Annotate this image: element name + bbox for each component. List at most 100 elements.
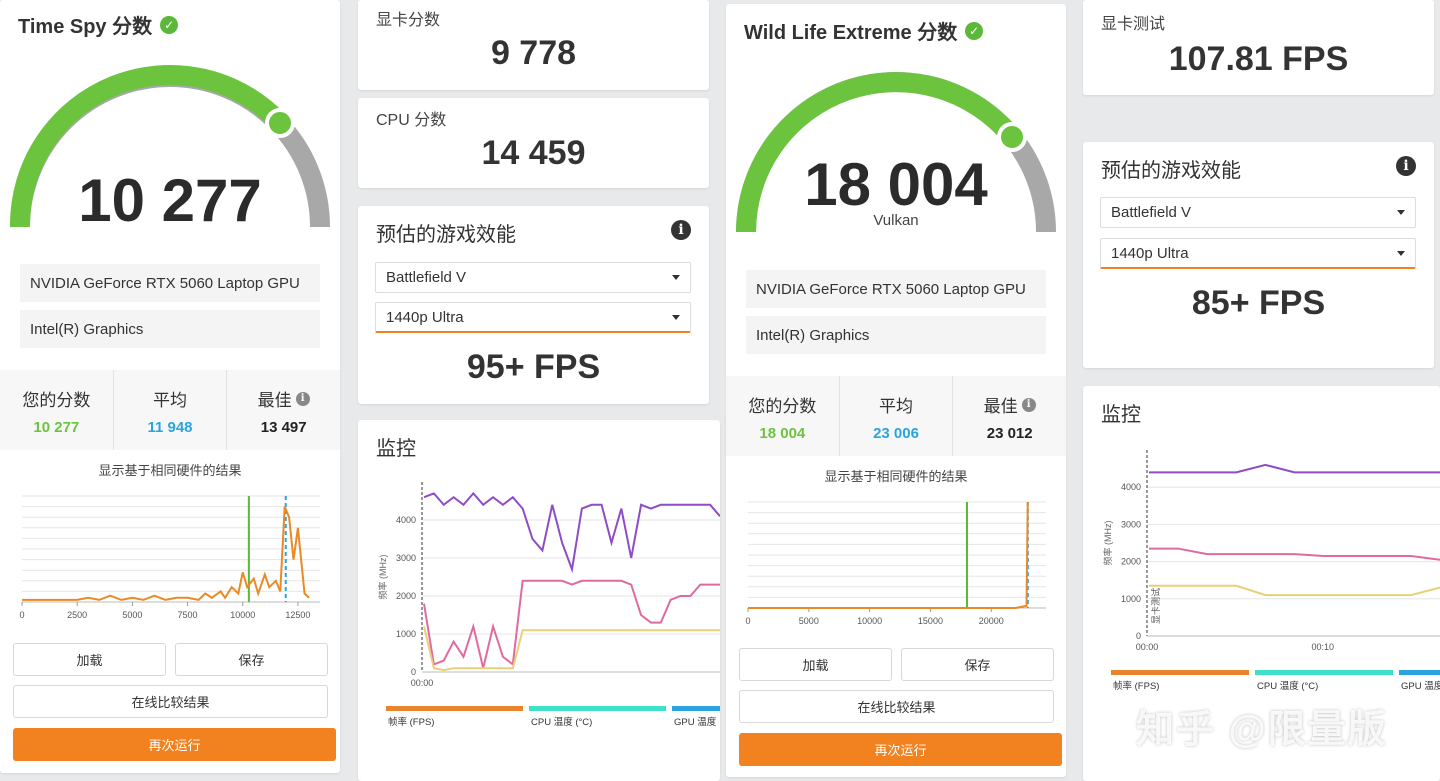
legend-label: 帧率 (FPS) xyxy=(1113,680,1159,692)
graphics-score: 9 778 xyxy=(490,34,577,72)
game-select[interactable]: Battlefield V xyxy=(1100,197,1416,228)
preset-select[interactable]: 1440p Ultra xyxy=(375,302,691,333)
series-line-2 xyxy=(423,626,720,672)
x-tick-label: 00:00 xyxy=(411,678,434,688)
preset-select[interactable]: 1440p Ultra xyxy=(1100,238,1416,269)
legend-swatch xyxy=(1111,670,1249,675)
gpu-test-fps: 107.81 FPS xyxy=(1168,40,1349,78)
cpu-score-card: CPU 分数 14 459 xyxy=(358,98,709,188)
stat-average: 平均 11 948 xyxy=(114,370,228,450)
compare-online-button[interactable]: 在线比较结果 xyxy=(739,690,1054,723)
monitor-title: 监控 xyxy=(376,438,416,460)
stat-average: 平均 23 006 xyxy=(840,376,954,456)
vertical-marker-label: 显卡测试 xyxy=(1150,588,1161,624)
graphics-score-label: 显卡分数 xyxy=(376,12,441,29)
y-tick-label: 1000 xyxy=(396,629,416,639)
x-tick-label: 7500 xyxy=(178,610,198,620)
y-tick-label: 1000 xyxy=(1121,594,1141,604)
estimated-fps: 95+ FPS xyxy=(466,348,601,386)
legend-swatch xyxy=(672,706,720,711)
x-tick-label: 20000 xyxy=(979,616,1004,626)
legend-label: GPU 温度 xyxy=(674,716,717,728)
chevron-down-icon xyxy=(1397,250,1405,256)
legend-label: CPU 温度 (°C) xyxy=(1257,680,1318,692)
score-stats: 您的分数 18 004 平均 23 006 最佳 i 23 012 xyxy=(726,376,1066,456)
watermark-text: 知乎 @限量版 xyxy=(1136,709,1388,751)
info-icon[interactable]: i xyxy=(1021,397,1036,412)
monitor-chart: 0 1000 2000 3000 4000 频率 (MHz) 00:00 帧率 (FPS) CP… xyxy=(377,482,720,728)
x-tick-label: 0 xyxy=(19,610,24,620)
x-tick-label: 10000 xyxy=(230,610,255,620)
x-tick-label: 0 xyxy=(745,616,750,626)
x-tick-label: 00:10 xyxy=(1312,642,1335,652)
x-tick-label: 00:00 xyxy=(1136,642,1159,652)
run-again-button[interactable]: 再次运行 xyxy=(739,733,1062,766)
load-button[interactable]: 加载 xyxy=(739,648,892,681)
score-stats: 您的分数 10 277 平均 11 948 最佳 i 13 497 xyxy=(0,370,340,450)
overall-score: 18 004 xyxy=(804,151,988,218)
graphics-score-card: 显卡分数 9 778 xyxy=(358,0,709,90)
estimated-fps: 85+ FPS xyxy=(1191,284,1326,322)
compare-online-button[interactable]: 在线比较结果 xyxy=(13,685,328,718)
series-line-0 xyxy=(1149,463,1440,474)
info-icon[interactable]: i xyxy=(671,220,691,240)
gauge-knob xyxy=(997,122,1027,152)
distribution-line xyxy=(22,506,310,601)
x-tick-label: 10000 xyxy=(857,616,882,626)
stat-your-score: 您的分数 18 004 xyxy=(726,376,840,456)
info-icon[interactable]: i xyxy=(1396,156,1416,176)
legend-label: CPU 温度 (°C) xyxy=(531,716,592,728)
load-button[interactable]: 加载 xyxy=(13,643,166,676)
y-tick-label: 0 xyxy=(411,667,416,677)
save-button[interactable]: 保存 xyxy=(901,648,1054,681)
score-distribution-chart: 0 2500 5000 7500 10000 12500 xyxy=(19,495,320,620)
score-distribution-chart: 0 5000 10000 15000 20000 xyxy=(745,501,1046,626)
monitor-title: 监控 xyxy=(1101,404,1141,426)
chevron-down-icon xyxy=(672,314,680,320)
chevron-down-icon xyxy=(672,275,680,280)
cpu-score: 14 459 xyxy=(481,134,586,172)
hardware-note: 显示基于相同硬件的结果 xyxy=(824,469,968,484)
y-tick-label: 3000 xyxy=(396,553,416,563)
game-perf-title: 预估的游戏效能 xyxy=(376,224,516,246)
legend-label: 帧率 (FPS) xyxy=(388,716,434,728)
y-tick-label: 4000 xyxy=(1121,482,1141,492)
x-tick-label: 5000 xyxy=(799,616,819,626)
hardware-note: 显示基于相同硬件的结果 xyxy=(98,463,242,478)
y-tick-label: 2000 xyxy=(396,591,416,601)
legend-swatch xyxy=(529,706,666,711)
x-tick-label: 2500 xyxy=(67,610,87,620)
series-line-1 xyxy=(1149,547,1440,561)
legend-swatch xyxy=(1255,670,1393,675)
wildlife-score-card: Wild Life Extreme 分数 ✓ 18 004 Vulkan NVI… xyxy=(726,4,1066,777)
series-line-1 xyxy=(423,579,720,669)
game-performance-card: 预估的游戏效能 i Battlefield V 1440p Ultra 95+ … xyxy=(358,206,709,404)
series-line-2 xyxy=(1149,584,1440,597)
gpu-test-label: 显卡测试 xyxy=(1101,16,1166,33)
game-select[interactable]: Battlefield V xyxy=(375,262,691,293)
save-button[interactable]: 保存 xyxy=(175,643,328,676)
info-icon[interactable]: i xyxy=(295,391,310,406)
x-tick-label: 15000 xyxy=(918,616,943,626)
monitoring-card: 监控 0 1000 2000 3000 4000 频率 (MHz) 00:00 帧率 (FPS… xyxy=(358,420,720,781)
api-label: Vulkan xyxy=(873,212,919,229)
gauge-knob xyxy=(265,108,295,138)
gpu-test-card: 显卡测试 107.81 FPS xyxy=(1083,0,1434,95)
legend-label: GPU 温度 xyxy=(1401,680,1440,692)
x-tick-label: 5000 xyxy=(122,610,142,620)
hardware-cpu: Intel(R) Graphics xyxy=(20,310,320,348)
stat-best: 最佳 i 23 012 xyxy=(953,376,1066,456)
legend-swatch xyxy=(386,706,523,711)
hardware-cpu: Intel(R) Graphics xyxy=(746,316,1046,354)
hardware-gpu: NVIDIA GeForce RTX 5060 Laptop GPU xyxy=(20,264,320,302)
chevron-down-icon xyxy=(1397,210,1405,215)
stat-best: 最佳 i 13 497 xyxy=(227,370,340,450)
legend-swatch xyxy=(1399,670,1440,675)
y-tick-label: 3000 xyxy=(1121,519,1141,529)
y-tick-label: 2000 xyxy=(1121,557,1141,567)
y-axis-label: 频率 (MHz) xyxy=(1102,521,1113,566)
game-perf-title: 预估的游戏效能 xyxy=(1101,160,1241,182)
run-again-button[interactable]: 再次运行 xyxy=(13,728,336,761)
x-tick-label: 12500 xyxy=(285,610,310,620)
overall-score: 10 277 xyxy=(78,167,262,234)
